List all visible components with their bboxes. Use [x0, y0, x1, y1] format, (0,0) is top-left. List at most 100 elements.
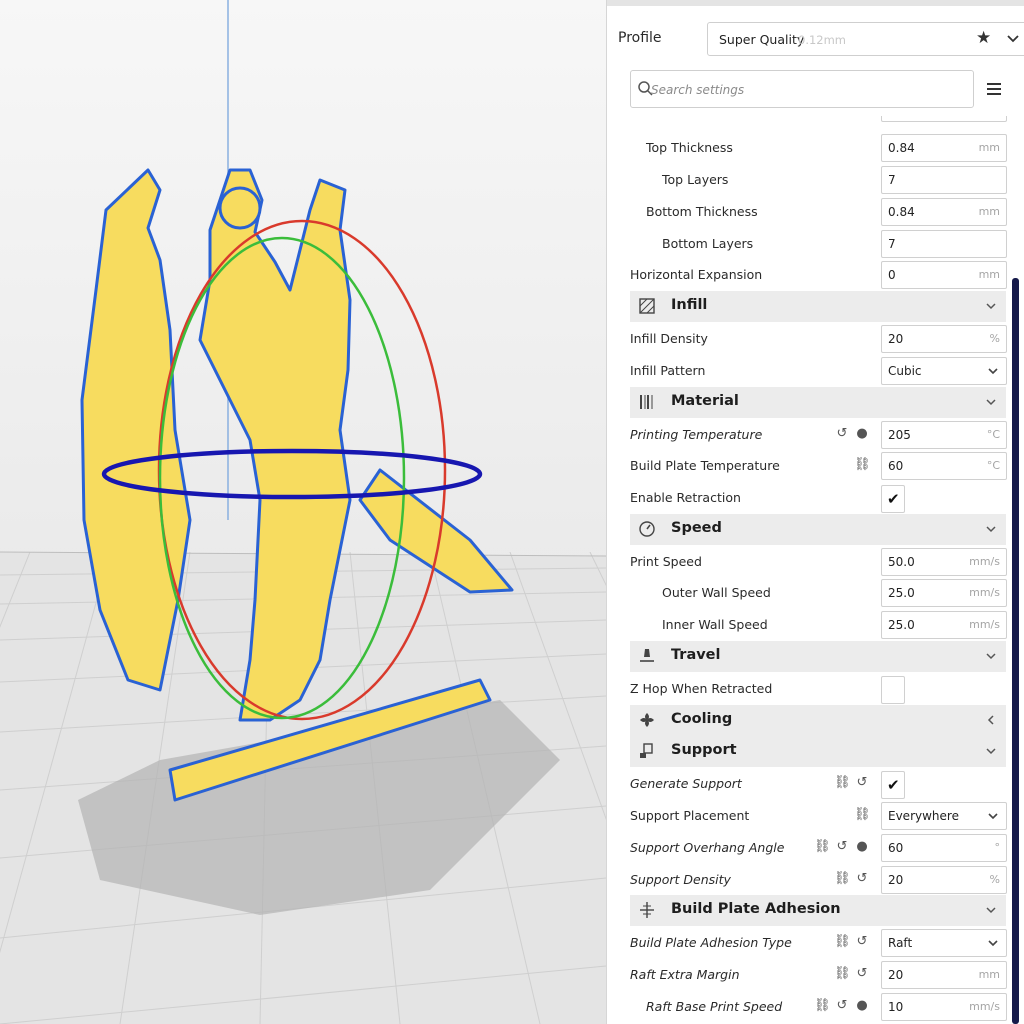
setting-input[interactable]: 20%: [881, 866, 1007, 894]
setting-label: Bottom Layers: [662, 236, 754, 251]
setting-unit: mm: [978, 968, 1000, 981]
category-infill[interactable]: Infill: [630, 291, 1006, 322]
setting-value: Everywhere: [888, 809, 959, 823]
chevron-down-icon[interactable]: [1004, 27, 1022, 51]
setting-print-speed: Print Speed 50.0 mm/s: [630, 546, 1007, 578]
setting-label: Build Plate Temperature: [630, 458, 780, 473]
link-icon[interactable]: ⛓: [814, 837, 831, 857]
setting-dropdown[interactable]: Cubic: [881, 357, 1007, 385]
info-icon[interactable]: ●: [854, 424, 870, 444]
print-settings-panel: Profile Super Quality 0.12mm ★ Top Thick…: [606, 0, 1024, 1024]
chevron-down-icon[interactable]: [984, 903, 998, 917]
setting-input[interactable]: 10 mm/s: [881, 993, 1007, 1021]
setting-checkbox[interactable]: [881, 676, 905, 704]
link-icon[interactable]: ⛓: [834, 932, 851, 952]
setting-input[interactable]: 0 mm: [881, 261, 1007, 289]
setting-input[interactable]: 60 °: [881, 834, 1007, 862]
category-cooling[interactable]: Cooling: [630, 705, 1006, 736]
profile-selector[interactable]: Super Quality 0.12mm ★: [707, 22, 1024, 56]
setting-label: Bottom Thickness: [646, 204, 758, 219]
link-icon[interactable]: ⛓: [834, 869, 851, 889]
category-material[interactable]: Material: [630, 387, 1006, 418]
scene-canvas[interactable]: [0, 0, 606, 1024]
chevron-down-icon[interactable]: [984, 395, 998, 409]
category-speed[interactable]: Speed: [630, 514, 1006, 545]
chevron-down-icon: [988, 940, 998, 947]
menu-icon[interactable]: [985, 80, 1003, 98]
setting-dropdown[interactable]: Raft: [881, 929, 1007, 957]
reset-icon[interactable]: ↺: [834, 424, 850, 444]
chevron-down-icon[interactable]: [984, 522, 998, 536]
chevron-left-icon[interactable]: [984, 713, 998, 727]
setting-unit: °C: [986, 428, 1000, 441]
link-icon[interactable]: ⛓: [834, 773, 851, 793]
category-travel[interactable]: Travel: [630, 641, 1006, 672]
setting-input[interactable]: 50.0 mm/s: [881, 548, 1007, 576]
link-icon[interactable]: ⛓: [854, 455, 871, 475]
setting-generate-support: Generate Support ⛓ ↺ ✔: [630, 768, 1006, 800]
search-field[interactable]: [630, 70, 974, 108]
setting-infill-density: Infill Density 20%: [630, 323, 1007, 355]
setting-input[interactable]: 7: [881, 166, 1007, 194]
settings-scrollbar[interactable]: [1012, 278, 1019, 1024]
reset-icon[interactable]: ↺: [834, 837, 850, 857]
setting-unit: °C: [986, 459, 1000, 472]
setting-bottom-thickness: Bottom Thickness 0.84 mm: [630, 196, 1007, 228]
3d-viewport[interactable]: [0, 0, 606, 1024]
reset-icon[interactable]: ↺: [854, 773, 870, 793]
setting-checkbox[interactable]: ✔: [881, 485, 905, 513]
setting-input[interactable]: 7: [881, 230, 1007, 258]
link-icon[interactable]: ⛓: [834, 964, 851, 984]
reset-icon[interactable]: ↺: [834, 996, 850, 1016]
setting-value: 20: [888, 332, 904, 346]
infill-icon: [639, 298, 655, 314]
setting-checkbox[interactable]: ✔: [881, 771, 905, 799]
setting-input[interactable]: 60 °C: [881, 452, 1007, 480]
reset-icon[interactable]: ↺: [854, 964, 870, 984]
setting-value: 25.0: [888, 618, 915, 632]
speed-icon: [639, 521, 655, 537]
setting-label: Z Hop When Retracted: [630, 681, 773, 696]
setting-value: 60: [888, 841, 904, 855]
setting-input[interactable]: 20%: [881, 325, 1007, 353]
setting-action-icons: ⛓: [854, 805, 874, 825]
star-icon[interactable]: ★: [976, 28, 991, 48]
setting-unit: mm/s: [969, 1000, 1000, 1013]
setting-bottom-layers: Bottom Layers 7: [630, 228, 1007, 260]
setting-label: Raft Base Print Speed: [646, 999, 783, 1014]
setting-printing-temperature: Printing Temperature ↺ ● 205 °C: [630, 419, 1007, 451]
partial-field[interactable]: [881, 116, 1007, 122]
category-label: Build Plate Adhesion: [671, 901, 841, 917]
chevron-down-icon: [988, 813, 998, 820]
category-support[interactable]: Support: [630, 736, 1006, 767]
link-icon[interactable]: ⛓: [854, 805, 871, 825]
category-label: Speed: [671, 520, 722, 536]
search-input[interactable]: [651, 80, 951, 100]
setting-horizontal-expansion: Horizontal Expansion 0 mm: [630, 259, 1007, 291]
setting-input[interactable]: 25.0 mm/s: [881, 579, 1007, 607]
setting-input[interactable]: 0.84 mm: [881, 134, 1007, 162]
chevron-down-icon[interactable]: [984, 299, 998, 313]
chevron-down-icon[interactable]: [984, 649, 998, 663]
category-build-plate-adhesion[interactable]: Build Plate Adhesion: [630, 895, 1006, 926]
info-icon[interactable]: ●: [854, 996, 870, 1016]
info-icon[interactable]: ●: [854, 837, 870, 857]
settings-list[interactable]: Top Thickness 0.84 mm Top Layers 7 Bottom Thi…: [607, 116, 1024, 1024]
setting-input[interactable]: 0.84 mm: [881, 198, 1007, 226]
cooling-icon: [640, 713, 654, 727]
chevron-down-icon: [988, 368, 998, 375]
profile-row: Profile Super Quality 0.12mm ★: [607, 22, 1024, 56]
reset-icon[interactable]: ↺: [854, 932, 870, 952]
setting-value: 0.84: [888, 205, 915, 219]
setting-value: 10: [888, 1000, 904, 1014]
setting-input[interactable]: 205 °C: [881, 421, 1007, 449]
setting-build-plate-temperature: Build Plate Temperature ⛓ 60 °C: [630, 450, 1007, 482]
setting-dropdown[interactable]: Everywhere: [881, 802, 1007, 830]
link-icon[interactable]: ⛓: [814, 996, 831, 1016]
setting-input[interactable]: 25.0 mm/s: [881, 611, 1007, 639]
reset-icon[interactable]: ↺: [854, 869, 870, 889]
profile-layer-height: 0.12mm: [798, 33, 847, 47]
setting-input[interactable]: 20 mm: [881, 961, 1007, 989]
chevron-down-icon[interactable]: [984, 744, 998, 758]
setting-label: Outer Wall Speed: [662, 585, 771, 600]
